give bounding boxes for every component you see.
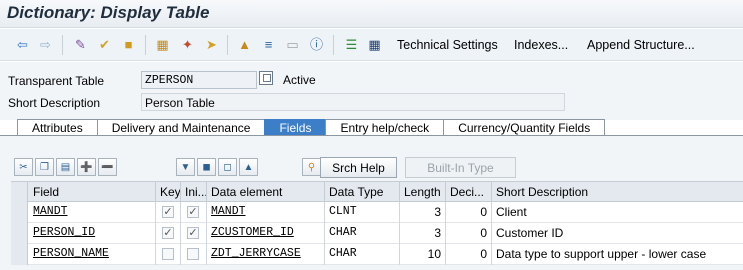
built-in-type-button[interactable]: Built-In Type: [405, 157, 516, 178]
toolbar-separator: [333, 35, 334, 55]
columns-icon[interactable]: ☰: [343, 36, 360, 53]
key-checkbox[interactable]: [162, 248, 174, 260]
column-header-data-element[interactable]: Data element: [207, 182, 325, 203]
info-icon[interactable]: ⓘ: [308, 36, 325, 53]
short-description-field[interactable]: Person Table: [141, 93, 565, 111]
length[interactable]: 3: [400, 202, 446, 223]
tab-strip: Attributes Delivery and Maintenance Fiel…: [17, 119, 606, 136]
where-used-icon[interactable]: ✦: [179, 36, 196, 53]
field-name[interactable]: PERSON_NAME: [29, 244, 156, 265]
window-title: Dictionary: Display Table: [7, 3, 210, 22]
initial-checkbox-cell[interactable]: ✓: [181, 223, 207, 244]
cut-icon[interactable]: ✂: [14, 158, 33, 176]
title-bar: Dictionary: Display Table: [0, 0, 743, 28]
data-type[interactable]: CHAR: [325, 223, 400, 244]
key-icon[interactable]: ⚲: [302, 158, 321, 176]
collapse-icon[interactable]: ◻: [218, 158, 237, 176]
length[interactable]: 3: [400, 223, 446, 244]
column-header-key[interactable]: Key: [156, 182, 181, 203]
field-name[interactable]: MANDT: [29, 202, 156, 223]
data-element[interactable]: ZDT_JERRYCASE: [207, 244, 325, 265]
tab-divider: [0, 135, 743, 136]
search-help-button[interactable]: Srch Help: [320, 157, 397, 178]
column-header-initial[interactable]: Ini...: [181, 182, 207, 203]
toolbar-separator: [227, 35, 228, 55]
column-header-short-description[interactable]: Short Description: [492, 182, 743, 203]
table-header-row: Field Key Ini... Data element Data Type …: [11, 181, 743, 203]
data-type[interactable]: CHAR: [325, 244, 400, 265]
application-toolbar: ⇦ ⇨ ✎ ✔ ■ ▦ ✦ ➤ ▲ ≡ ▭ ⓘ ☰ ▦ Technical Se…: [0, 29, 743, 61]
sort-down-icon[interactable]: ▼: [176, 158, 195, 176]
short-description[interactable]: Data type to support upper - lower case: [492, 244, 743, 265]
short-description[interactable]: Client: [492, 202, 743, 223]
column-header-field[interactable]: Field: [29, 182, 156, 203]
indexes-button[interactable]: Indexes...: [514, 38, 568, 52]
key-checkbox-cell[interactable]: ✓: [156, 223, 181, 244]
initial-checkbox[interactable]: ✓: [187, 206, 199, 218]
hierarchy-icon[interactable]: ▲: [236, 36, 253, 53]
key-checkbox-cell[interactable]: ✓: [156, 202, 181, 223]
transparent-table-label: Transparent Table: [8, 74, 105, 88]
select-all-cell[interactable]: [11, 182, 28, 203]
table-row[interactable]: MANDT ✓ ✓ MANDT CLNT 3 0 Client: [11, 202, 743, 223]
grid-icon[interactable]: ▦: [366, 36, 383, 53]
row-selector[interactable]: [11, 202, 28, 223]
row-selector[interactable]: [11, 244, 28, 265]
initial-checkbox-cell[interactable]: ✓: [181, 202, 207, 223]
decimals[interactable]: 0: [446, 244, 492, 265]
data-type[interactable]: CLNT: [325, 202, 400, 223]
back-arrow-icon[interactable]: ⇦: [14, 36, 31, 53]
frame-icon[interactable]: ▭: [284, 36, 301, 53]
table-name-field[interactable]: ZPERSON: [141, 71, 257, 89]
table-header-area: [0, 62, 743, 120]
check-icon[interactable]: ✔: [96, 36, 113, 53]
tab-fields[interactable]: Fields: [264, 119, 327, 136]
tab-attributes[interactable]: Attributes: [17, 119, 98, 136]
forward-arrow-icon[interactable]: ⇨: [37, 36, 54, 53]
object-list-icon[interactable]: ▦: [154, 36, 171, 53]
copy-icon[interactable]: [259, 71, 273, 85]
append-structure-button[interactable]: Append Structure...: [587, 38, 695, 52]
table-row[interactable]: PERSON_ID ✓ ✓ ZCUSTOMER_ID CHAR 3 0 Cust…: [11, 223, 743, 244]
activate-icon[interactable]: ■: [120, 36, 137, 53]
sort-up-icon[interactable]: ▲: [239, 158, 258, 176]
column-header-length[interactable]: Length: [400, 182, 446, 203]
paste-icon[interactable]: ▤: [56, 158, 75, 176]
key-checkbox[interactable]: ✓: [162, 227, 174, 239]
decimals[interactable]: 0: [446, 223, 492, 244]
row-selector[interactable]: [11, 223, 28, 244]
initial-checkbox[interactable]: ✓: [187, 227, 199, 239]
column-header-decimals[interactable]: Deci...: [446, 182, 492, 203]
data-element[interactable]: ZCUSTOMER_ID: [207, 223, 325, 244]
expand-icon[interactable]: ◼: [197, 158, 216, 176]
tab-currency-quantity-fields[interactable]: Currency/Quantity Fields: [443, 119, 606, 136]
stack-icon[interactable]: ≡: [260, 36, 277, 53]
column-header-data-type[interactable]: Data Type: [325, 182, 400, 203]
delete-row-icon[interactable]: ➖: [98, 158, 117, 176]
toolbar-separator: [145, 35, 146, 55]
length[interactable]: 10: [400, 244, 446, 265]
short-description-label: Short Description: [8, 96, 101, 110]
table-row[interactable]: PERSON_NAME ZDT_JERRYCASE CHAR 10 0 Data…: [11, 244, 743, 265]
key-checkbox-cell[interactable]: [156, 244, 181, 265]
navigate-icon[interactable]: ➤: [203, 36, 220, 53]
initial-checkbox[interactable]: [187, 248, 199, 260]
field-name[interactable]: PERSON_ID: [29, 223, 156, 244]
decimals[interactable]: 0: [446, 202, 492, 223]
tab-delivery-and-maintenance[interactable]: Delivery and Maintenance: [96, 119, 266, 136]
toolbar-separator: [62, 35, 63, 55]
initial-checkbox-cell[interactable]: [181, 244, 207, 265]
technical-settings-button[interactable]: Technical Settings: [397, 38, 498, 52]
short-description[interactable]: Customer ID: [492, 223, 743, 244]
status-text: Active: [283, 73, 316, 87]
copy-rows-icon[interactable]: ❐: [35, 158, 54, 176]
display-change-icon[interactable]: ✎: [72, 36, 89, 53]
key-checkbox[interactable]: ✓: [162, 206, 174, 218]
insert-row-icon[interactable]: ➕: [77, 158, 96, 176]
tab-entry-help-check[interactable]: Entry help/check: [325, 119, 445, 136]
data-element[interactable]: MANDT: [207, 202, 325, 223]
